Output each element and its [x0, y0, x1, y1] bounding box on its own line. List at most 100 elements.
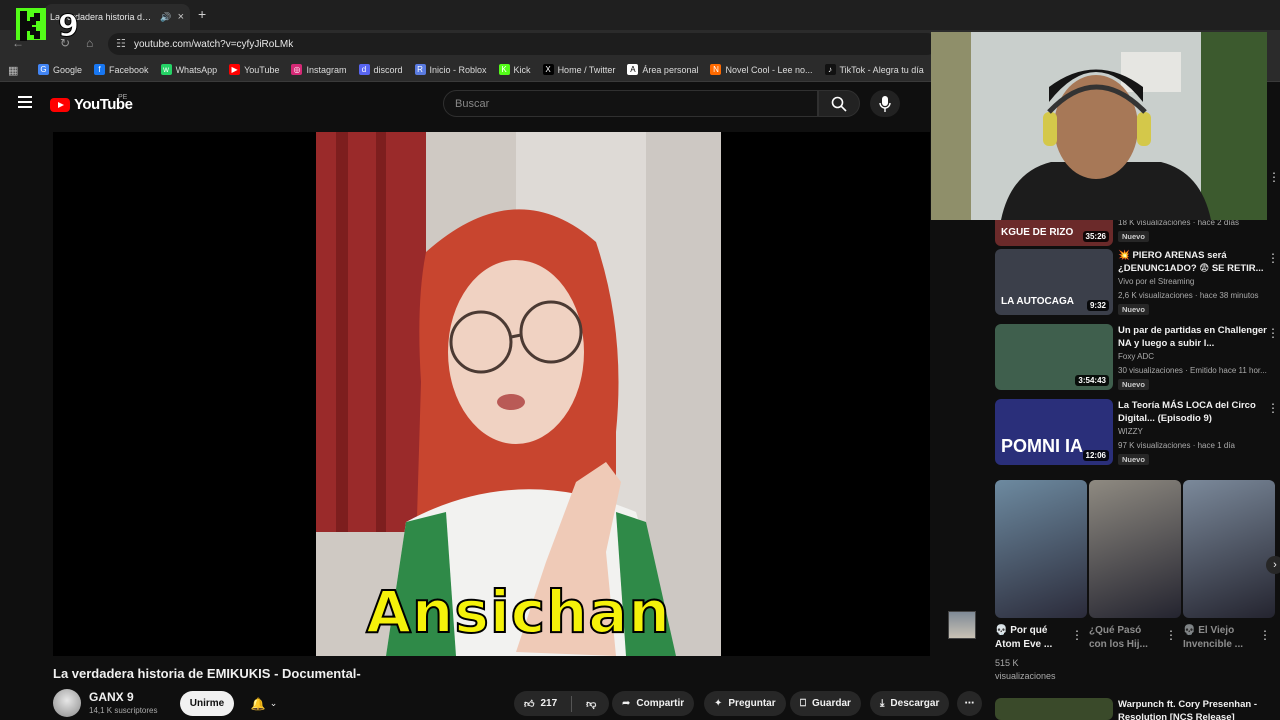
- more-icon[interactable]: ⋮: [1268, 170, 1280, 184]
- browser-tab-bar: [0, 0, 1280, 30]
- search-icon: [831, 96, 847, 112]
- shorts-next-button[interactable]: ›: [1266, 556, 1280, 574]
- short-title[interactable]: ¿Qué Pasó con los Hij...: [1089, 624, 1159, 652]
- short-title[interactable]: 💀 Por qué Atom Eve ...: [995, 624, 1065, 652]
- search-input[interactable]: Buscar: [443, 90, 818, 117]
- bookmark-label: Área personal: [642, 64, 699, 75]
- more-icon[interactable]: ⋮: [1071, 628, 1083, 642]
- bookmark-label: Novel Cool - Lee no...: [725, 64, 813, 75]
- bookmark-item[interactable]: N Novel Cool - Lee no...: [710, 64, 813, 75]
- home-icon[interactable]: ⌂: [86, 36, 93, 50]
- svg-text:9: 9: [58, 9, 78, 42]
- bookmark-label: Inicio - Roblox: [429, 64, 487, 75]
- bookmark-favicon-icon: f: [94, 64, 106, 75]
- recommendation-thumbnail[interactable]: LA AUTOCAGA 9:32: [995, 249, 1113, 315]
- recommendation-title[interactable]: Un par de partidas en Challenger NA y lu…: [1118, 324, 1268, 350]
- bookmark-label: Google: [53, 64, 83, 75]
- thumbs-up-icon: 👍︎: [524, 698, 535, 710]
- more-actions-button[interactable]: ⋯: [957, 691, 982, 716]
- recommendation-item[interactable]: 3:54:43 Un par de partidas en Challenger …: [995, 324, 1280, 394]
- bell-icon: 🔔: [250, 696, 266, 711]
- bookmark-item[interactable]: ♪ TikTok - Alegra tu día: [824, 64, 924, 75]
- recommendation-meta: 30 visualizaciones · Emitido hace 11 hor…: [1118, 366, 1267, 375]
- ask-label: Preguntar: [728, 698, 776, 709]
- more-icon[interactable]: ⋮: [1267, 401, 1279, 415]
- bookmark-label: Home / Twitter: [557, 64, 616, 75]
- short-thumbnail[interactable]: [1183, 480, 1275, 618]
- download-button[interactable]: ⤓ Descargar: [870, 691, 950, 716]
- bookmark-item[interactable]: ▶ YouTube: [229, 64, 279, 75]
- short-views: 515 K visualizaciones: [995, 658, 1056, 681]
- recommendation-title[interactable]: La Teoría MÁS LOCA del Circo Digital... …: [1118, 399, 1268, 425]
- short-thumbnail[interactable]: [995, 480, 1087, 618]
- bookmark-label: Instagram: [306, 64, 347, 75]
- notification-bell-button[interactable]: 🔔 ⌄: [240, 691, 288, 716]
- country-code: PE: [118, 94, 128, 101]
- recommendation-thumbnail[interactable]: POMNI IA 12:06: [995, 399, 1113, 465]
- bookmark-label: WhatsApp: [175, 64, 218, 75]
- recommendation-thumbnail[interactable]: KGUE DE RIZO 35:26: [995, 220, 1113, 246]
- more-icon[interactable]: ⋮: [1259, 628, 1271, 642]
- like-button[interactable]: 👍︎ 217: [524, 698, 557, 710]
- channel-avatar[interactable]: [53, 689, 81, 717]
- save-button[interactable]: ⎕ Guardar: [790, 691, 861, 716]
- new-badge: Nuevo: [1118, 231, 1149, 242]
- bookmark-item[interactable]: X Home / Twitter: [542, 64, 616, 75]
- search-button[interactable]: [818, 90, 860, 117]
- webcam-overlay: [931, 32, 1267, 220]
- more-icon[interactable]: ⋮: [1267, 326, 1279, 340]
- more-icon[interactable]: ⋮: [1165, 628, 1177, 642]
- bookmark-label: Kick: [513, 64, 531, 75]
- bookmark-item[interactable]: d discord: [358, 64, 403, 75]
- address-bar[interactable]: ☷ youtube.com/watch?v=cyfyJiRoLMk: [108, 33, 938, 55]
- close-tab-icon[interactable]: ×: [178, 11, 184, 23]
- thumbs-down-icon[interactable]: 👎︎: [586, 698, 596, 710]
- bookmark-item[interactable]: ◎ Instagram: [291, 64, 347, 75]
- new-tab-button[interactable]: +: [198, 6, 206, 22]
- more-icon[interactable]: ⋮: [1267, 251, 1279, 265]
- short-thumbnail[interactable]: [1089, 480, 1181, 618]
- recommendation-thumbnail[interactable]: 3:54:43: [995, 324, 1113, 390]
- end-screen-thumbnail[interactable]: [948, 611, 976, 639]
- apps-grid-icon[interactable]: ▦: [8, 64, 18, 77]
- recommendation-channel[interactable]: WIZZY: [1118, 427, 1143, 436]
- site-settings-icon[interactable]: ☷: [116, 37, 126, 50]
- recommendation-channel[interactable]: Vivo por el Streaming: [1118, 277, 1194, 286]
- bookmark-label: YouTube: [244, 64, 280, 75]
- recommendation-thumbnail-footer[interactable]: [995, 698, 1113, 720]
- thumbnail-overlay-text: POMNI IA: [1001, 436, 1084, 456]
- bookmark-item[interactable]: f Facebook: [94, 64, 149, 75]
- bookmark-icon: ⎕: [800, 698, 806, 709]
- recommendation-item[interactable]: KGUE DE RIZO 35:26 18 K visualizaciones · …: [995, 220, 1280, 246]
- channel-name[interactable]: GANX 9: [89, 690, 134, 704]
- short-title[interactable]: 💀 El Viejo Invencible ...: [1183, 624, 1253, 652]
- share-button[interactable]: ➦ Compartir: [612, 691, 695, 716]
- ask-button[interactable]: ✦ Preguntar: [704, 691, 786, 716]
- bookmark-item[interactable]: w WhatsApp: [160, 64, 218, 75]
- recommendation-item[interactable]: POMNI IA 12:06 La Teoría MÁS LOCA del Circ…: [995, 399, 1280, 469]
- video-caption: Ansichan: [365, 577, 671, 647]
- hamburger-menu-icon[interactable]: [18, 96, 32, 108]
- search-placeholder: Buscar: [455, 97, 490, 110]
- sparkle-icon: ✦: [714, 698, 723, 709]
- webcam-scene: [931, 32, 1267, 220]
- recommendation-channel[interactable]: Foxy ADC: [1118, 352, 1154, 361]
- recommendation-item[interactable]: LA AUTOCAGA 9:32 💥 PIERO ARENAS será ¿DENU…: [995, 249, 1280, 319]
- download-label: Descargar: [890, 698, 940, 709]
- bookmark-item[interactable]: R Inicio - Roblox: [414, 64, 487, 75]
- speaker-icon[interactable]: 🔊: [160, 12, 171, 23]
- share-icon: ➦: [622, 698, 631, 709]
- bookmark-item[interactable]: K Kick: [498, 64, 531, 75]
- save-label: Guardar: [812, 698, 851, 709]
- recommendation-meta: 97 K visualizaciones · hace 1 día: [1118, 441, 1235, 450]
- bookmark-item[interactable]: G Google: [38, 64, 82, 75]
- recommendation-title[interactable]: 💥 PIERO ARENAS será ¿DENUNC1ADO? 😨 SE RE…: [1118, 249, 1268, 275]
- recommendation-title-footer[interactable]: Warpunch ft. Cory Presenhan - Resolution…: [1118, 698, 1268, 720]
- join-button[interactable]: Unirme: [180, 691, 234, 716]
- bookmark-item[interactable]: A Área personal: [627, 64, 698, 75]
- video-duration: 35:26: [1082, 231, 1109, 242]
- video-duration: 9:32: [1086, 300, 1109, 311]
- voice-search-button[interactable]: [870, 90, 900, 117]
- video-title: La verdadera historia de EMIKUKIS - Docu…: [53, 666, 361, 681]
- new-badge: Nuevo: [1118, 304, 1149, 315]
